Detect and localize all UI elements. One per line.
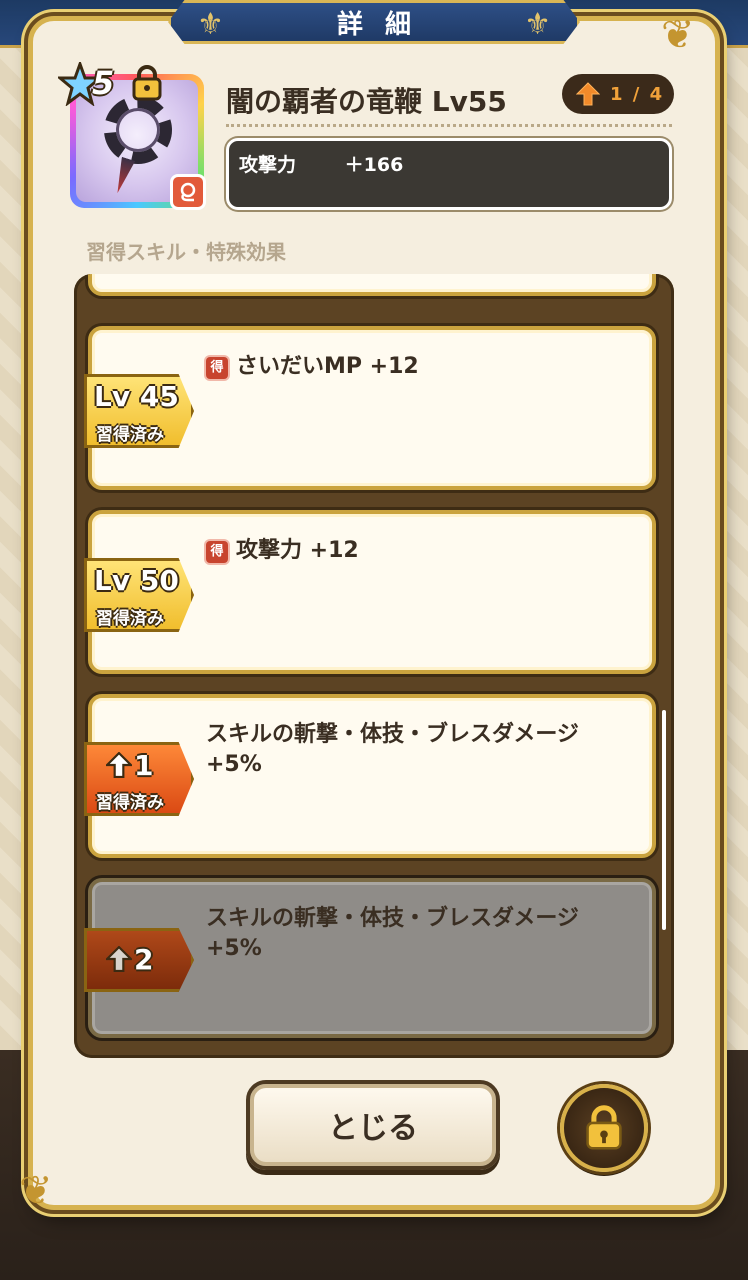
skill-text: さいだいMP +12 [236,354,419,379]
level-tag: Lv 50 習得済み [84,558,194,632]
rank-tag-number: 2 [134,942,154,976]
stat-box: 攻撃力 ＋166 [226,138,672,210]
up-arrow-icon [576,82,600,106]
skill-text: スキルの斬撃・体技・ブレスダメージ +5% [206,906,579,961]
section-label: 習得スキル・特殊効果 [86,240,286,264]
skill-text: 攻撃力 +12 [236,538,359,563]
corner-ornament-icon: ❦ [19,1168,53,1214]
rank-tag-locked: 2 [84,928,194,992]
fleur-icon: ⚜ [524,7,551,42]
lock-icon [132,65,162,101]
up-arrow-icon [106,752,132,778]
whip-tip-graphic [111,157,135,196]
stat-label: 攻撃力 [239,154,297,176]
rank-value: 1 / 4 [610,83,665,105]
acquired-mark-icon: 得 [206,541,228,563]
whip-type-icon [170,174,206,210]
skill-card-partial [88,274,656,296]
level-tag: Lv 45 習得済み [84,374,194,448]
item-name: 闇の覇者の竜鞭 Lv55 [226,85,507,118]
lock-icon [586,1105,622,1150]
acquired-mark-icon: 得 [206,357,228,379]
level-tag-main: Lv 50 [94,564,179,597]
rank-tag: 1 習得済み [84,742,194,816]
star-rarity: 5 [92,64,115,102]
divider [226,124,672,127]
level-tag-status: 習得済み [96,425,164,445]
up-arrow-icon [106,946,132,972]
corner-ornament-icon: ❦ [661,12,695,58]
rank-tag-number: 1 [134,748,154,782]
skill-text: スキルの斬撃・体技・ブレスダメージ +5% [206,722,579,777]
level-tag-main: Lv 45 [94,380,179,413]
whip-ring-graphic [104,96,172,164]
dialog-title: 詳細 [336,9,433,40]
stat-value: ＋166 [344,154,404,176]
lock-button[interactable] [560,1084,648,1172]
level-tag-status: 習得済み [96,609,164,629]
scrollbar[interactable] [662,710,666,930]
close-button[interactable]: とじる [246,1080,500,1170]
fleur-icon: ⚜ [197,7,224,42]
rank-indicator: 1 / 4 [562,74,674,114]
rank-tag-status: 習得済み [96,793,164,813]
dialog-title-plate: ⚜ 詳細 ⚜ [168,0,580,44]
